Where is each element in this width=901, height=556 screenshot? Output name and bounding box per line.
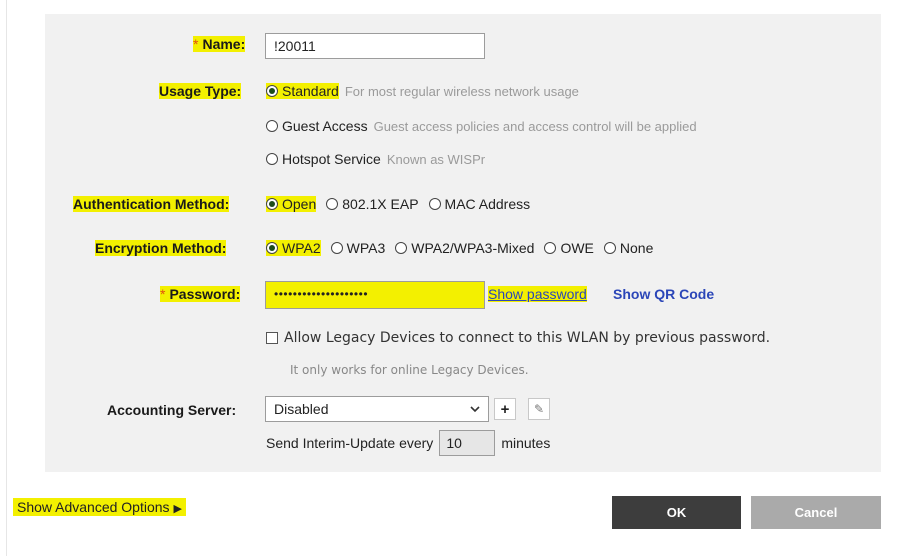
accounting-server-select[interactable]: Disabled	[265, 396, 489, 422]
radio-unselected-icon[interactable]	[395, 242, 408, 254]
password-label: * Password:	[160, 286, 241, 302]
interim-update-suffix: minutes	[501, 435, 551, 451]
auth-method-options: Open 802.1X EAP MAC Address	[266, 196, 530, 212]
usage-option-label: Hotspot Service	[282, 151, 381, 167]
legacy-devices-note: It only works for online Legacy Devices.	[290, 363, 529, 377]
usage-option-hint: Guest access policies and access control…	[373, 118, 697, 134]
radio-unselected-icon[interactable]	[266, 153, 278, 165]
usage-option-guest-access[interactable]: Guest Access Guest access policies and a…	[266, 118, 697, 134]
encryption-option-label: WPA3	[346, 240, 386, 256]
encryption-option-label: WPA2	[282, 240, 321, 256]
cancel-button[interactable]: Cancel	[751, 496, 881, 529]
show-advanced-options-text: Show Advanced Options	[17, 499, 170, 515]
chevron-down-icon	[470, 405, 480, 413]
required-marker: *	[193, 36, 199, 52]
usage-option-hotspot[interactable]: Hotspot Service Known as WISPr	[266, 151, 485, 167]
legacy-devices-option[interactable]: Allow Legacy Devices to connect to this …	[266, 330, 770, 346]
add-server-button[interactable]: +	[494, 398, 516, 420]
name-input[interactable]: !20011	[265, 33, 485, 59]
radio-selected-icon[interactable]	[266, 242, 278, 254]
plus-icon: +	[500, 400, 510, 418]
show-advanced-options-link[interactable]: Show Advanced Options ▶	[13, 498, 186, 516]
radio-selected-icon[interactable]	[266, 198, 278, 210]
encryption-option-none[interactable]: None	[603, 240, 654, 256]
encryption-method-label: Encryption Method:	[95, 240, 227, 256]
accounting-server-value: Disabled	[274, 401, 329, 417]
radio-unselected-icon[interactable]	[428, 198, 441, 210]
radio-unselected-icon[interactable]	[330, 242, 343, 254]
encryption-option-label: WPA2/WPA3-Mixed	[411, 240, 535, 256]
encryption-option-label: OWE	[560, 240, 594, 256]
auth-option-label: 802.1X EAP	[342, 196, 419, 212]
triangle-right-icon: ▶	[173, 503, 182, 515]
usage-option-hint: Known as WISPr	[386, 151, 486, 167]
accounting-server-label: Accounting Server:	[107, 402, 237, 418]
usage-type-label: Usage Type:	[159, 83, 242, 99]
interim-update-prefix: Send Interim-Update every	[266, 435, 434, 451]
required-marker: *	[160, 286, 166, 302]
password-input[interactable]: ••••••••••••••••••••	[265, 281, 485, 309]
encryption-option-wpa2[interactable]: WPA2	[266, 240, 321, 256]
auth-option-open[interactable]: Open	[266, 196, 317, 212]
name-label: * Name:	[193, 36, 246, 52]
show-password-link[interactable]: Show password	[488, 286, 587, 302]
password-label-text: Password:	[169, 286, 241, 302]
usage-option-label: Standard	[282, 83, 339, 99]
legacy-devices-label: Allow Legacy Devices to connect to this …	[284, 330, 771, 346]
show-password-text: Show password	[488, 286, 587, 302]
interim-update-input[interactable]: 10	[439, 430, 496, 456]
page-divider	[6, 0, 7, 556]
ok-button[interactable]: OK	[612, 496, 741, 529]
auth-option-label: Open	[282, 196, 317, 212]
interim-update-value: 10	[446, 435, 462, 451]
password-masked-value: ••••••••••••••••••••	[274, 287, 369, 301]
name-input-value: !20011	[274, 38, 316, 54]
encryption-method-options: WPA2 WPA3 WPA2/WPA3-Mixed OWE None	[266, 240, 653, 256]
radio-unselected-icon[interactable]	[603, 242, 616, 254]
radio-selected-icon[interactable]	[266, 85, 278, 97]
interim-update-row: Send Interim-Update every 10 minutes	[266, 430, 550, 456]
checkbox-unchecked-icon[interactable]	[266, 332, 278, 344]
usage-option-label: Guest Access	[282, 118, 368, 134]
pencil-icon: ✎	[533, 402, 545, 416]
auth-option-8021x[interactable]: 802.1X EAP	[326, 196, 419, 212]
auth-option-mac[interactable]: MAC Address	[428, 196, 531, 212]
auth-option-label: MAC Address	[444, 196, 531, 212]
radio-unselected-icon[interactable]	[544, 242, 557, 254]
show-qr-code-link[interactable]: Show QR Code	[613, 286, 714, 302]
encryption-option-label: None	[619, 240, 654, 256]
auth-method-label: Authentication Method:	[73, 196, 230, 212]
encryption-option-mixed[interactable]: WPA2/WPA3-Mixed	[395, 240, 534, 256]
usage-option-hint: For most regular wireless network usage	[344, 83, 579, 99]
encryption-option-owe[interactable]: OWE	[544, 240, 594, 256]
edit-server-button[interactable]: ✎	[528, 398, 550, 420]
radio-unselected-icon[interactable]	[326, 198, 339, 210]
radio-unselected-icon[interactable]	[266, 120, 278, 132]
encryption-option-wpa3[interactable]: WPA3	[330, 240, 386, 256]
usage-option-standard[interactable]: Standard For most regular wireless netwo…	[266, 83, 579, 99]
name-label-text: Name:	[202, 36, 246, 52]
